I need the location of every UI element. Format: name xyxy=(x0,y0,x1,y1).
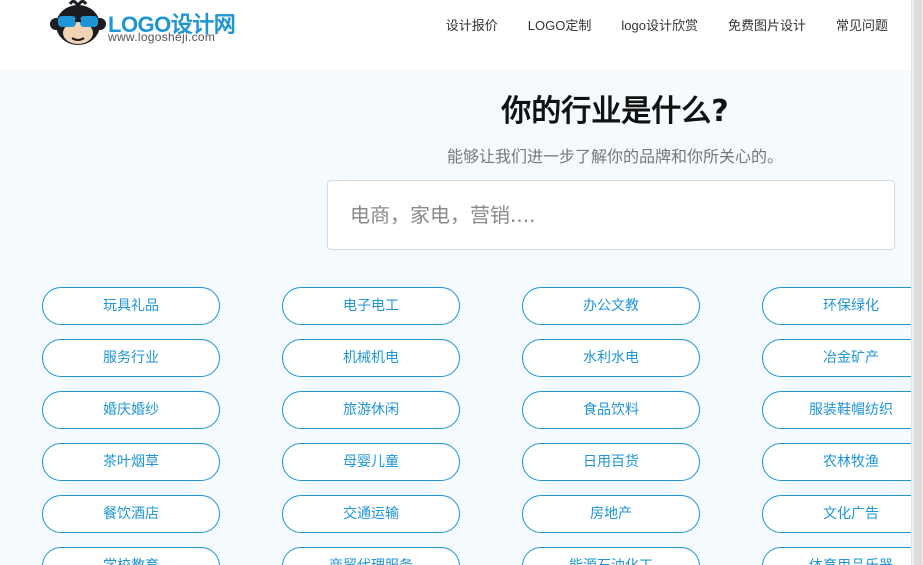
industry-chip[interactable]: 农林牧渔 xyxy=(762,443,923,481)
site-logo[interactable]: LOGO设计网 www.logosheji.com xyxy=(50,0,250,48)
industry-chip[interactable]: 学校教育 xyxy=(42,547,220,565)
nav-link-pricing[interactable]: 设计报价 xyxy=(446,16,498,36)
page-title: 你的行业是什么? xyxy=(501,94,729,129)
industry-chip[interactable]: 茶叶烟草 xyxy=(42,443,220,481)
industry-chip[interactable]: 旅游休闲 xyxy=(282,391,460,429)
industry-chip[interactable]: 体育用品乐器 xyxy=(762,547,923,565)
industry-chip[interactable]: 冶金矿产 xyxy=(762,339,923,377)
industry-chip[interactable]: 水利水电 xyxy=(522,339,700,377)
site-header: LOGO设计网 www.logosheji.com 设计报价 LOGO定制 lo… xyxy=(0,0,911,70)
nav-link-free-image-design[interactable]: 免费图片设计 xyxy=(728,16,806,36)
main-nav: 设计报价 LOGO定制 logo设计欣赏 免费图片设计 常见问题 xyxy=(416,16,888,36)
industry-chip[interactable]: 交通运输 xyxy=(282,495,460,533)
industry-chip[interactable]: 母婴儿童 xyxy=(282,443,460,481)
industry-chip[interactable]: 文化广告 xyxy=(762,495,923,533)
nav-link-logo-custom[interactable]: LOGO定制 xyxy=(528,16,592,36)
industry-chip[interactable]: 房地产 xyxy=(522,495,700,533)
industry-chip[interactable]: 能源石油化工 xyxy=(522,547,700,565)
industry-search-input[interactable] xyxy=(327,180,895,250)
vertical-scrollbar[interactable] xyxy=(911,0,923,565)
industry-chip[interactable]: 婚庆婚纱 xyxy=(42,391,220,429)
industry-chip[interactable]: 电子电工 xyxy=(282,287,460,325)
logo-url: www.logosheji.com xyxy=(108,30,216,44)
industry-chip[interactable]: 办公文教 xyxy=(522,287,700,325)
industry-grid: 玩具礼品 电子电工 办公文教 环保绿化 服务行业 机械机电 水利水电 冶金矿产 … xyxy=(42,287,923,565)
industry-chip[interactable]: 日用百货 xyxy=(522,443,700,481)
industry-chip[interactable]: 玩具礼品 xyxy=(42,287,220,325)
nav-link-faq[interactable]: 常见问题 xyxy=(836,16,888,36)
scrollbar-thumb[interactable] xyxy=(914,0,922,565)
nav-link-logo-gallery[interactable]: logo设计欣赏 xyxy=(621,16,698,36)
industry-chip[interactable]: 服务行业 xyxy=(42,339,220,377)
industry-chip[interactable]: 机械机电 xyxy=(282,339,460,377)
industry-chip[interactable]: 餐饮酒店 xyxy=(42,495,220,533)
industry-chip[interactable]: 环保绿化 xyxy=(762,287,923,325)
industry-chip[interactable]: 服装鞋帽纺织 xyxy=(762,391,923,429)
monkey-sunglasses-icon xyxy=(50,0,106,45)
industry-chip[interactable]: 食品饮料 xyxy=(522,391,700,429)
industry-chip[interactable]: 商贸代理服务 xyxy=(282,547,460,565)
page-subtitle: 能够让我们进一步了解你的品牌和你所关心的。 xyxy=(446,147,783,166)
